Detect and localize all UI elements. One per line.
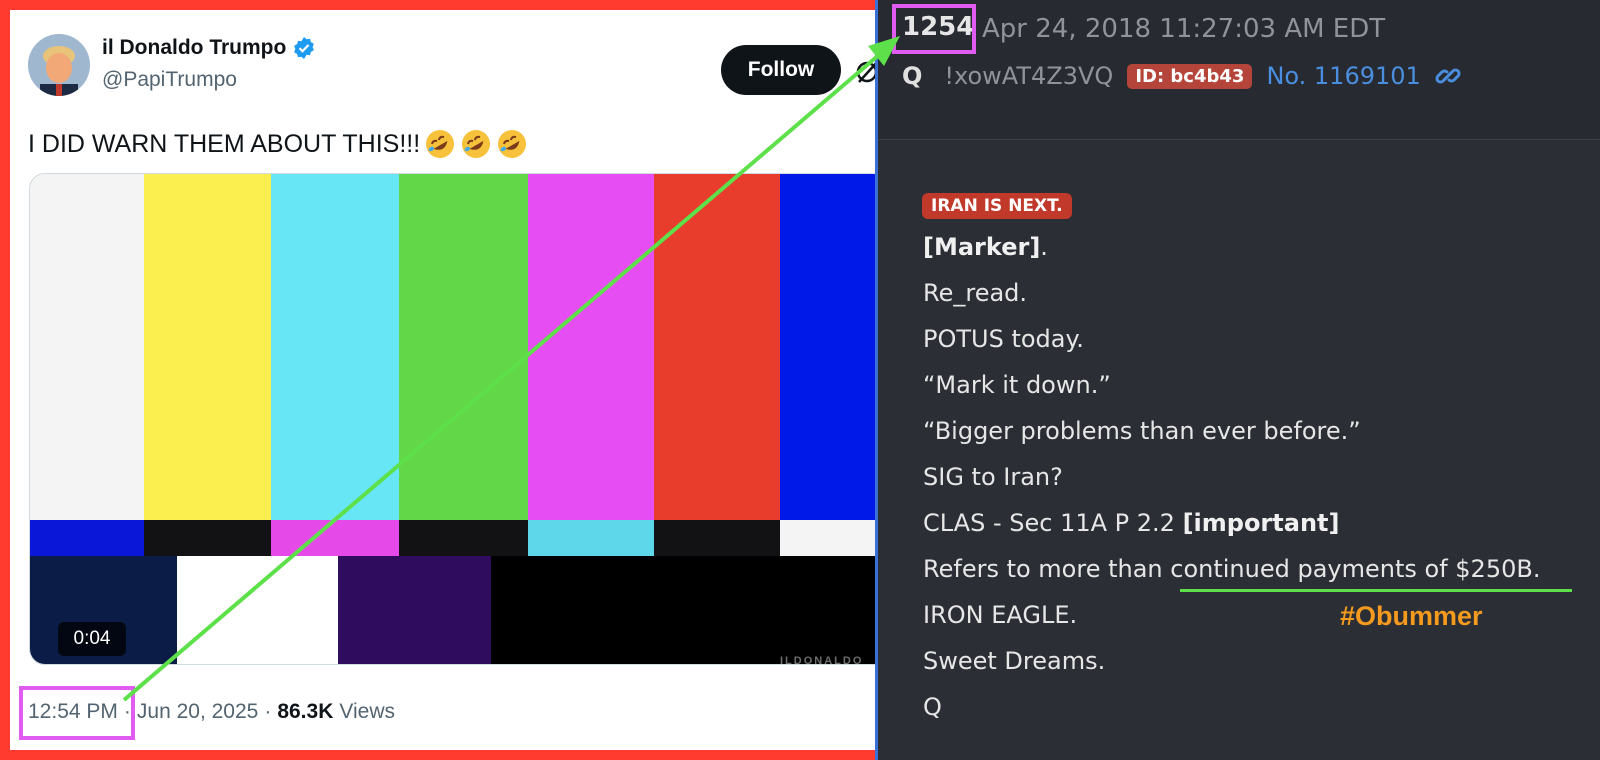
color-bar <box>177 556 338 664</box>
tweet-panel: il Donaldo Trumpo @PapiTrumpo Follow I D… <box>0 0 875 760</box>
post-number-highlight-box <box>892 4 976 54</box>
post-line: CLAS - Sec 11A P 2.2 [important] <box>923 509 1339 537</box>
post-line: Refers to more than continued payments o… <box>923 555 1541 583</box>
color-bar <box>30 174 144 520</box>
time-highlight-box <box>19 686 135 740</box>
tweet-text-content: I DID WARN THEM ABOUT THIS!!! <box>28 129 421 158</box>
follow-button[interactable]: Follow <box>721 45 841 95</box>
color-bar <box>338 556 491 664</box>
views-label: Views <box>339 700 396 723</box>
color-bar <box>780 174 875 520</box>
post-line: IRON EAGLE. <box>923 601 1078 629</box>
q-post-body: IRAN IS NEXT. [Marker]. Re_read. POTUS t… <box>878 141 1600 760</box>
marker-text: [Marker] <box>923 233 1041 261</box>
poster-name: Q <box>902 62 923 90</box>
q-post-header: 1254 Apr 24, 2018 11:27:03 AM EDT Q !xow… <box>878 0 1600 140</box>
author-name-row: il Donaldo Trumpo <box>102 36 316 60</box>
post-line: “Bigger problems than ever before.” <box>923 417 1361 445</box>
laughing-emoji-icon <box>424 128 456 160</box>
q-drop-panel: 1254 Apr 24, 2018 11:27:03 AM EDT Q !xow… <box>875 0 1600 760</box>
color-bar <box>491 556 875 664</box>
link-icon[interactable] <box>1435 63 1461 89</box>
poster-tripcode: !xowAT4Z3VQ <box>944 62 1114 90</box>
clas-text: CLAS - Sec 11A P 2.2 <box>923 509 1183 537</box>
tweet-date[interactable]: Jun 20, 2025 <box>137 700 258 724</box>
post-line: [Marker]. <box>923 233 1048 261</box>
meta-separator: · <box>264 700 272 723</box>
post-no-link[interactable]: No. 1169101 <box>1266 62 1420 90</box>
tweet-text: I DID WARN THEM ABOUT THIS!!! <box>28 128 528 160</box>
color-bar <box>654 174 780 520</box>
poster-info-row: Q !xowAT4Z3VQ ID: bc4b43 No. 1169101 <box>902 62 1461 90</box>
post-line: Q <box>923 693 942 721</box>
video-duration-badge: 0:04 <box>58 622 126 656</box>
post-line: Sweet Dreams. <box>923 647 1106 675</box>
color-bar <box>271 520 399 556</box>
laughing-emoji-icon <box>460 128 492 160</box>
color-bar <box>144 174 271 520</box>
post-line: Re_read. <box>923 279 1028 307</box>
avatar[interactable] <box>28 34 90 96</box>
tweet-card: il Donaldo Trumpo @PapiTrumpo Follow I D… <box>10 10 875 750</box>
color-bar <box>144 520 271 556</box>
video-player[interactable] <box>29 173 875 665</box>
views-count: 86.3K <box>277 700 334 723</box>
color-bar <box>654 520 780 556</box>
color-bar <box>271 174 399 520</box>
green-underline <box>1180 589 1572 592</box>
display-name[interactable]: il Donaldo Trumpo <box>102 36 286 60</box>
marker-suffix: . <box>1040 233 1048 261</box>
hashtag-annotation: #Obummer <box>1340 601 1483 631</box>
color-bar <box>528 174 654 520</box>
laughing-emoji-icon <box>496 128 528 160</box>
video-watermark: ILDONALDO <box>780 655 864 667</box>
poster-id-badge: ID: bc4b43 <box>1127 63 1253 89</box>
important-text: [important] <box>1182 509 1340 537</box>
post-line: POTUS today. <box>923 325 1084 353</box>
color-bar <box>399 520 528 556</box>
verified-badge-icon <box>292 36 316 60</box>
color-bar <box>528 520 654 556</box>
post-line: “Mark it down.” <box>923 371 1111 399</box>
post-tag: IRAN IS NEXT. <box>922 193 1072 219</box>
color-bar <box>399 174 528 520</box>
color-bar <box>780 520 875 556</box>
color-bar <box>30 520 144 556</box>
author-handle[interactable]: @PapiTrumpo <box>102 68 237 92</box>
post-date: Apr 24, 2018 11:27:03 AM EDT <box>982 14 1386 44</box>
post-line: SIG to Iran? <box>923 463 1063 491</box>
grok-icon[interactable] <box>855 58 875 84</box>
